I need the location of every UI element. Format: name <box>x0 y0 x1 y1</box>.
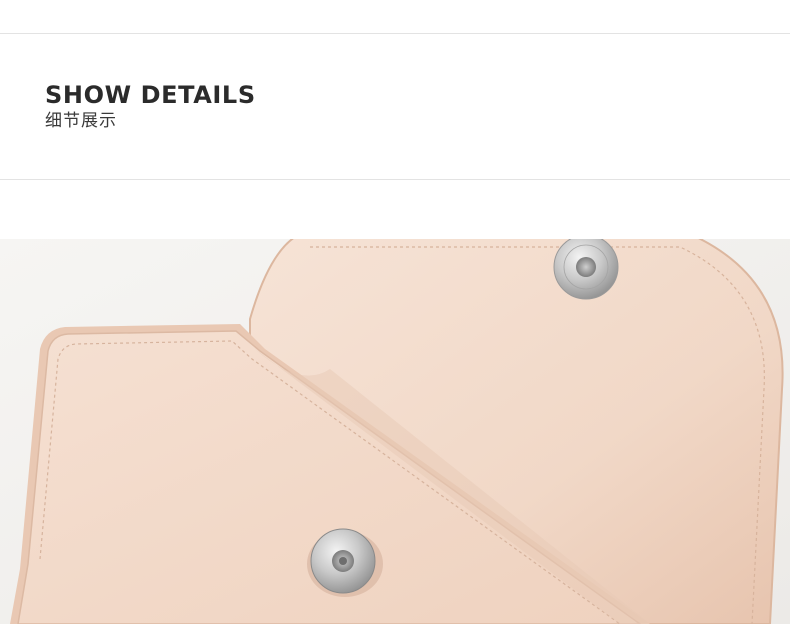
section-heading: SHOW DETAILS 细节展示 <box>45 80 256 132</box>
top-divider <box>0 33 790 34</box>
wallet-illustration <box>0 239 790 624</box>
section-subtitle: 细节展示 <box>45 111 117 131</box>
flap-snap-button <box>553 239 619 300</box>
section-title: SHOW DETAILS <box>45 81 256 109</box>
bottom-divider <box>0 179 790 180</box>
product-detail-page: SHOW DETAILS 细节展示 <box>0 0 790 624</box>
wallet-detail-photo <box>0 239 790 624</box>
